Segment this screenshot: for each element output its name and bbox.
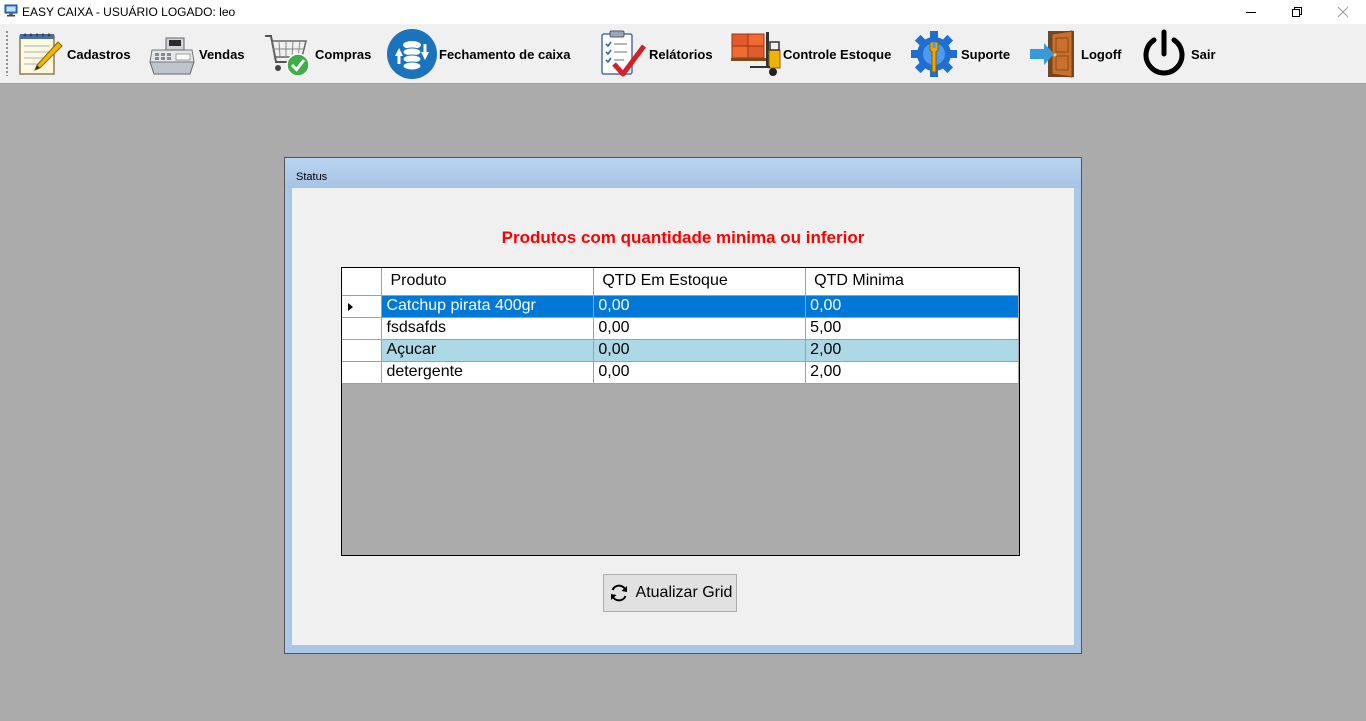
toolbar-grip[interactable] — [5, 30, 9, 76]
atualizar-grid-label: Atualizar Grid — [635, 584, 733, 601]
door-exit-icon — [1030, 30, 1074, 78]
toolbar-label: Relátorios — [649, 46, 713, 62]
toolbar-fechamento-caixa-button[interactable]: Fechamento de caixa — [386, 26, 571, 82]
status-window: Status Produtos com quantidade minima ou… — [284, 157, 1082, 654]
row-header[interactable] — [342, 339, 383, 362]
close-icon — [1338, 7, 1348, 17]
toolbar-label: Fechamento de caixa — [439, 46, 571, 62]
products-grid[interactable]: Produto QTD Em Estoque QTD Minima Catchu… — [341, 267, 1020, 556]
toolbar-controle-estoque-button[interactable]: Controle Estoque — [730, 26, 891, 82]
table-row[interactable]: Catchup pirata 400gr 0,00 0,00 — [342, 295, 1019, 318]
toolbar-label: Cadastros — [67, 46, 131, 62]
table-row[interactable]: Açucar 0,00 2,00 — [342, 339, 1019, 362]
cell-qtd-estoque[interactable]: 0,00 — [593, 295, 807, 318]
toolbar-label: Logoff — [1081, 46, 1122, 62]
toolbar-label: Compras — [315, 46, 372, 62]
power-icon — [1143, 29, 1185, 76]
cell-produto[interactable]: fsdsafds — [381, 317, 595, 340]
window-title: EASY CAIXA - USUÁRIO LOGADO: leo — [22, 5, 236, 19]
toolbar-cadastros-button[interactable]: Cadastros — [14, 26, 131, 82]
status-heading: Produtos com quantidade minima ou inferi… — [501, 228, 865, 247]
close-button[interactable] — [1320, 0, 1366, 24]
cell-qtd-estoque[interactable]: 0,00 — [593, 339, 807, 362]
minimize-icon — [1246, 12, 1256, 13]
row-header[interactable] — [342, 361, 383, 384]
main-toolbar: Cadastros Vendas Compras Fechamento de c… — [0, 24, 1366, 84]
notepad-pencil-icon — [19, 33, 63, 75]
cell-qtd-minima[interactable]: 2,00 — [805, 339, 1019, 362]
restore-button[interactable] — [1274, 0, 1320, 24]
toolbar-label: Suporte — [961, 46, 1011, 62]
toolbar-vendas-button[interactable]: Vendas — [146, 26, 245, 82]
status-window-titlebar[interactable]: Status — [285, 158, 1081, 188]
title-bar: EASY CAIXA - USUÁRIO LOGADO: leo — [0, 0, 1366, 24]
computer-icon — [4, 4, 18, 17]
cash-register-icon — [149, 37, 195, 75]
current-row-arrow-icon — [348, 302, 353, 311]
column-header-qtd-estoque[interactable]: QTD Em Estoque — [593, 268, 807, 296]
products-table: Produto QTD Em Estoque QTD Minima Catchu… — [342, 268, 1019, 384]
toolbar-compras-button[interactable]: Compras — [262, 26, 371, 82]
row-header[interactable] — [342, 317, 383, 340]
cell-produto[interactable]: detergente — [381, 361, 595, 384]
column-header-produto[interactable]: Produto — [381, 268, 595, 296]
atualizar-grid-button[interactable]: Atualizar Grid — [603, 574, 737, 612]
toolbar-label: Controle Estoque — [783, 46, 892, 62]
refresh-icon — [610, 584, 627, 602]
coins-exchange-icon — [387, 29, 437, 79]
status-window-body: Produtos com quantidade minima ou inferi… — [292, 188, 1074, 645]
checklist-report-icon — [601, 30, 646, 77]
cell-qtd-minima[interactable]: 5,00 — [805, 317, 1019, 340]
cell-qtd-minima[interactable]: 0,00 — [805, 295, 1019, 318]
cell-produto[interactable]: Catchup pirata 400gr — [381, 295, 595, 318]
forklift-boxes-icon — [731, 32, 781, 76]
table-row[interactable]: detergente 0,00 2,00 — [342, 361, 1019, 384]
cell-qtd-estoque[interactable]: 0,00 — [593, 317, 807, 340]
toolbar-logoff-button[interactable]: Logoff — [1028, 26, 1121, 82]
shopping-cart-check-icon — [265, 35, 310, 77]
toolbar-label: Sair — [1191, 46, 1216, 62]
grid-corner-header[interactable] — [342, 268, 383, 296]
gear-wrench-icon — [911, 31, 957, 77]
column-header-qtd-minima[interactable]: QTD Minima — [805, 268, 1019, 296]
row-header[interactable] — [342, 295, 383, 318]
toolbar-suporte-button[interactable]: Suporte — [908, 26, 1010, 82]
cell-produto[interactable]: Açucar — [381, 339, 595, 362]
toolbar-sair-button[interactable]: Sair — [1138, 26, 1216, 82]
table-row[interactable]: fsdsafds 0,00 5,00 — [342, 317, 1019, 340]
minimize-button[interactable] — [1228, 0, 1274, 24]
cell-qtd-estoque[interactable]: 0,00 — [593, 361, 807, 384]
status-window-title: Status — [296, 171, 328, 183]
toolbar-relatorios-button[interactable]: Relátorios — [596, 26, 713, 82]
toolbar-label: Vendas — [199, 46, 245, 62]
cell-qtd-minima[interactable]: 2,00 — [805, 361, 1019, 384]
restore-icon — [1292, 7, 1302, 17]
grid-header-row: Produto QTD Em Estoque QTD Minima — [342, 268, 1019, 296]
